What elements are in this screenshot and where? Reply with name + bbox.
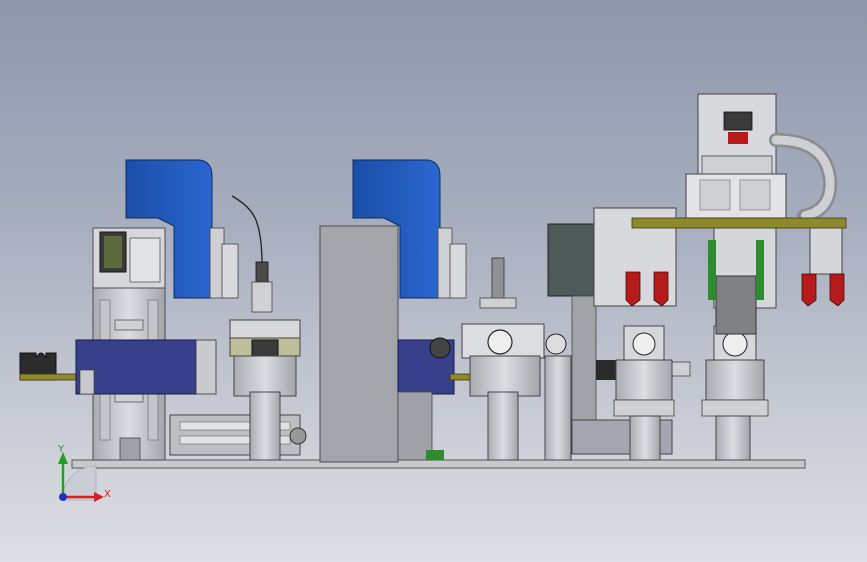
station-4-press — [461, 257, 545, 461]
station-3-navy-block — [397, 337, 455, 461]
gear-column-right — [701, 325, 769, 461]
gripper-carriage — [593, 207, 847, 335]
x-axis-label: X — [104, 489, 111, 500]
central-panel — [319, 225, 399, 463]
right-gripper-jaws — [801, 227, 845, 307]
gantry-head — [685, 93, 787, 219]
station-5-column — [544, 333, 572, 461]
z-axis-dot — [59, 493, 67, 501]
y-axis-label: Y — [57, 444, 65, 455]
cad-viewport[interactable]: Y X — [0, 0, 867, 562]
left-feeder-rail — [19, 352, 81, 381]
station-1-cylinder — [169, 414, 307, 456]
assembly-drawing[interactable]: Y X — [0, 0, 867, 562]
base-plate — [71, 459, 806, 469]
station-1-navy-block — [75, 339, 217, 395]
